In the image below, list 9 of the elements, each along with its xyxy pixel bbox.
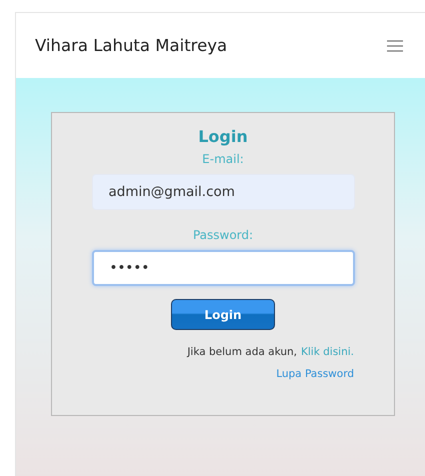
field-label: Password: bbox=[192, 228, 254, 242]
field-label: E-mail: bbox=[202, 152, 244, 166]
password-field[interactable]: ••••• bbox=[92, 250, 354, 286]
menu-icon[interactable] bbox=[387, 40, 403, 52]
email-field[interactable]: admin@gmail.com bbox=[92, 174, 354, 210]
login-title: Login bbox=[198, 127, 248, 146]
brand-title[interactable]: Vihara Lahuta Maitreya bbox=[35, 36, 228, 55]
login-button[interactable]: Login bbox=[171, 299, 275, 330]
register-text: Jika belum ada akun, bbox=[187, 346, 297, 358]
